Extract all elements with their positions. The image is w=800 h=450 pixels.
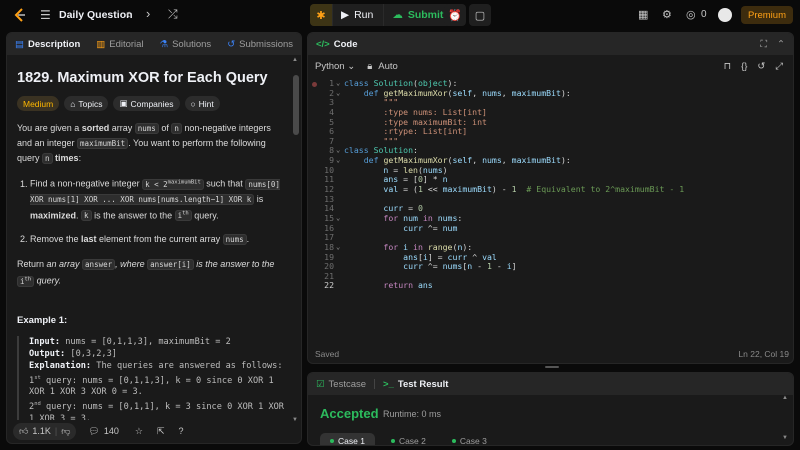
top-navbar: ☰ Daily Question ‹ › ⤮ ✱ ▶ Run ☁ Submit ⏰ … <box>0 0 800 30</box>
fire-icon[interactable]: ◎ <box>686 8 696 21</box>
chevron-right-icon[interactable]: › <box>146 6 150 21</box>
code-header: </> Code ⛶ ⌃ <box>308 33 793 55</box>
cloud-upload-icon: ☁ <box>392 9 403 21</box>
thumbs-down-icon: 👎︎ <box>61 425 71 436</box>
comment-icon: 💬︎ <box>88 425 100 436</box>
tab-description[interactable]: ▤ Description <box>7 39 88 50</box>
expand-icon[interactable]: ⤢ <box>775 61 783 72</box>
help-icon[interactable]: ? <box>179 426 184 436</box>
braces-icon[interactable]: {} <box>741 61 747 72</box>
code-panel: </> Code ⛶ ⌃ Python ⌄ 🔒︎ Auto ⊓ {} ↺ ⤢ 1 ⌄… <box>307 32 794 364</box>
timer-icon[interactable]: ⏰ <box>444 4 466 26</box>
leetcode-logo-icon[interactable] <box>12 7 28 23</box>
example-title: Example 1: <box>17 314 68 326</box>
shuffle-icon[interactable]: ⤮ <box>168 7 178 22</box>
streak-count: 0 <box>701 9 707 20</box>
case-tabs: Case 1 Case 2 Case 3 <box>320 433 497 445</box>
description-panel: ▤ Description ▥ Editorial ⚗ Solutions ↺ Subm… <box>6 32 302 444</box>
lock-icon: 🔒︎ <box>367 60 373 72</box>
book-icon: ▥ <box>96 38 106 50</box>
tab-testcase[interactable]: ☑ Testcase <box>308 379 374 390</box>
description-paragraph: You are given a sorted array nums of n n… <box>17 123 271 164</box>
list-item: Find a non-negative integer k < 2maximum… <box>30 175 287 223</box>
problem-description: 1829. Maximum XOR for Each Query Medium … <box>17 65 287 420</box>
test-panel: ☑ Testcase >_ Test Result Accepted Runtime… <box>307 372 794 446</box>
share-icon[interactable]: ⇱ <box>157 426 165 437</box>
cursor-position: Ln 22, Col 19 <box>738 349 789 359</box>
editor-toolbar: Python ⌄ 🔒︎ Auto ⊓ {} ↺ ⤢ <box>308 57 793 75</box>
checkbox-icon: ☑ <box>316 378 325 390</box>
bookmark-icon[interactable]: ⊓ <box>724 61 731 72</box>
topics-chip[interactable]: ⌂ Topics <box>64 96 109 111</box>
star-icon[interactable]: ☆ <box>135 426 143 437</box>
query-steps: Find a non-negative integer k < 2maximum… <box>30 175 287 247</box>
runtime-text: Runtime: 0 ms <box>383 409 442 419</box>
collapse-icon[interactable]: ⌃ <box>777 39 785 50</box>
document-icon: ▤ <box>15 38 24 50</box>
terminal-icon: >_ <box>383 378 394 390</box>
result-scrollbar[interactable]: ▲ ▼ <box>782 395 790 445</box>
return-paragraph: Return an array answer, where answer[i] … <box>17 259 275 287</box>
reset-icon[interactable]: ↺ <box>757 61 765 72</box>
case-tab-3[interactable]: Case 3 <box>442 433 497 445</box>
tab-editorial[interactable]: ▥ Editorial <box>88 39 151 50</box>
verdict-status: Accepted <box>320 406 379 421</box>
premium-button[interactable]: Premium <box>741 6 793 24</box>
case-tab-1[interactable]: Case 1 <box>320 433 375 445</box>
grid-layout-icon[interactable]: ▦ <box>638 8 648 21</box>
avatar[interactable] <box>718 8 732 22</box>
gear-icon[interactable]: ⚙ <box>662 8 672 21</box>
submit-button[interactable]: ☁ Submit <box>383 4 451 26</box>
problem-tags: Medium ⌂ Topics ▣ Companies ○ Hint <box>17 96 287 111</box>
test-tabs: ☑ Testcase >_ Test Result <box>308 373 793 395</box>
flask-icon: ⚗ <box>159 38 169 50</box>
auto-mode[interactable]: Auto <box>378 61 398 72</box>
run-button[interactable]: ▶ Run <box>332 4 383 26</box>
companies-chip[interactable]: ▣ Companies <box>113 96 180 111</box>
maximize-icon[interactable]: ⛶ <box>760 39 767 50</box>
tab-code[interactable]: </> Code <box>308 39 366 50</box>
page-title[interactable]: 1829. Maximum XOR for Each Query <box>17 70 287 86</box>
hint-chip[interactable]: ○ Hint <box>184 96 220 111</box>
tab-solutions[interactable]: ⚗ Solutions <box>152 39 220 50</box>
history-icon: ↺ <box>227 38 236 50</box>
example-block: Input: nums = [0,1,1,3], maximumBit = 2 … <box>17 335 287 420</box>
notes-icon[interactable]: ▢ <box>469 4 491 26</box>
run-submit-group: ✱ ▶ Run ☁ Submit <box>310 4 452 26</box>
list-item: Remove the last element from the current… <box>30 232 287 247</box>
description-tabs: ▤ Description ▥ Editorial ⚗ Solutions ↺ Subm… <box>7 33 301 55</box>
lightbulb-icon: ○ <box>190 98 196 109</box>
tab-test-result[interactable]: >_ Test Result <box>375 379 456 390</box>
save-status: Saved <box>315 349 340 359</box>
comments-button[interactable]: 💬︎ 140 <box>88 426 118 437</box>
code-editor[interactable]: 1 ⌄ class Solution(object): 2 ⌄ def getMaxi… <box>308 78 793 291</box>
panel-resize-handle[interactable] <box>545 366 559 368</box>
case-tab-2[interactable]: Case 2 <box>381 433 436 445</box>
problem-list-icon[interactable]: ☰ <box>40 8 51 22</box>
editor-status: Saved Ln 22, Col 19 <box>315 349 789 359</box>
language-select[interactable]: Python ⌄ <box>315 61 355 72</box>
description-footer: 👍︎ 1.1K | 👎︎ 💬︎ 140 ☆ ⇱ ? <box>7 419 301 443</box>
tag-icon: ⌂ <box>70 98 76 109</box>
debug-icon[interactable]: ✱ <box>310 4 332 26</box>
chevron-left-icon[interactable]: ‹ <box>126 6 130 21</box>
play-icon: ▶ <box>341 9 350 21</box>
thumbs-up-icon: 👍︎ <box>19 425 29 436</box>
description-scrollbar[interactable]: ▲ ▼ <box>291 55 301 425</box>
tab-submissions[interactable]: ↺ Submissions <box>219 39 301 50</box>
code-icon: </> <box>316 38 330 50</box>
difficulty-badge: Medium <box>17 96 60 111</box>
like-button[interactable]: 👍︎ 1.1K | 👎︎ <box>13 422 77 440</box>
problem-list-title[interactable]: Daily Question <box>59 9 133 21</box>
building-icon: ▣ <box>119 98 128 108</box>
